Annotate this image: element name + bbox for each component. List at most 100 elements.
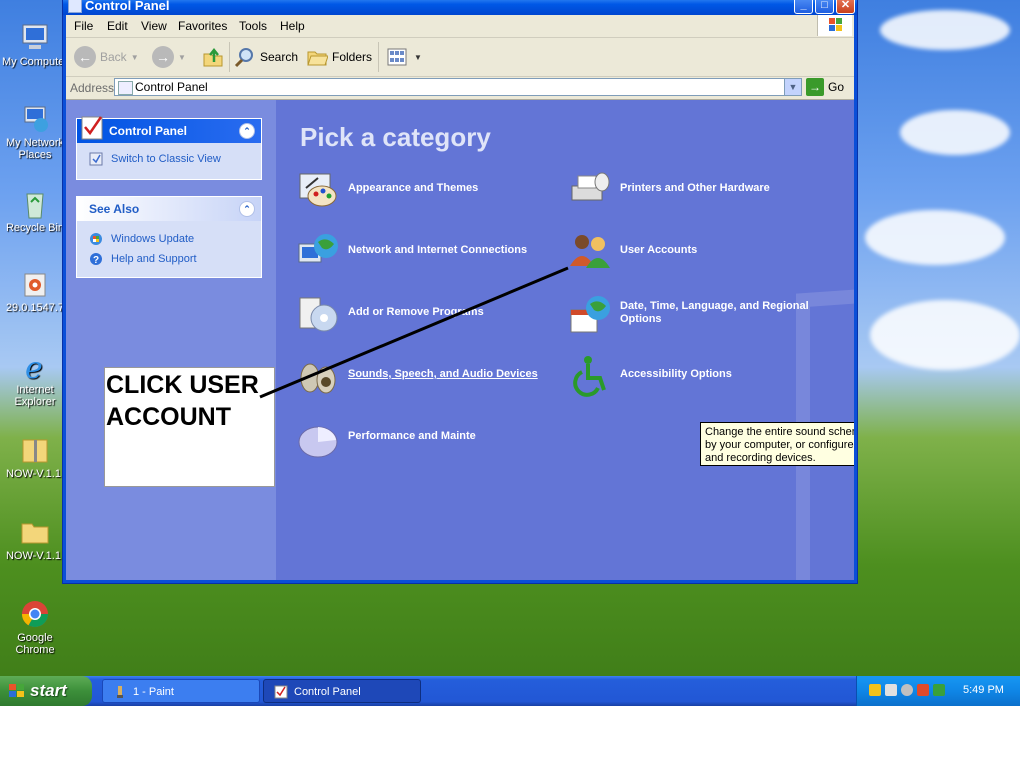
my-computer-icon bbox=[19, 22, 51, 54]
printers-hardware-icon bbox=[571, 172, 610, 201]
start-button[interactable]: start bbox=[0, 676, 92, 706]
search-button[interactable]: Search bbox=[234, 45, 298, 69]
category-add-remove-programs[interactable]: Add or Remove Programs bbox=[296, 292, 566, 336]
forward-dropdown-icon[interactable]: ▼ bbox=[178, 53, 186, 62]
address-label: Address bbox=[70, 81, 115, 95]
windows-logo-icon bbox=[817, 15, 852, 36]
menu-file[interactable]: File bbox=[74, 19, 93, 33]
views-dropdown-icon: ▼ bbox=[414, 52, 422, 62]
volume-icon[interactable] bbox=[917, 684, 929, 696]
annotation-line: ACCOUNT bbox=[106, 403, 231, 431]
control-panel-box-header[interactable]: Control Panel ⌃ bbox=[77, 116, 261, 143]
close-button[interactable]: ✕ bbox=[836, 0, 855, 14]
forward-button[interactable]: → ▼ bbox=[152, 45, 186, 69]
tray-app-icon[interactable] bbox=[901, 684, 913, 696]
folders-label: Folders bbox=[332, 50, 373, 64]
collapse-chevron-icon[interactable]: ⌃ bbox=[239, 201, 255, 217]
category-sounds-speech-audio[interactable]: Sounds, Speech, and Audio Devices bbox=[296, 354, 566, 398]
tooltip: Change the entire sound scheme or indivi… bbox=[700, 422, 854, 466]
category-label: Performance and Mainte bbox=[348, 430, 476, 442]
menu-tools[interactable]: Tools bbox=[239, 19, 267, 33]
up-folder-button[interactable] bbox=[202, 45, 224, 69]
back-button[interactable]: ← Back ▼ bbox=[74, 45, 139, 69]
date-time-language-icon bbox=[570, 296, 610, 333]
collapse-chevron-icon[interactable]: ⌃ bbox=[239, 123, 255, 139]
category-pane: Pick a category Appearance and Themes Ne… bbox=[276, 100, 854, 580]
category-label: Printers and Other Hardware bbox=[620, 182, 770, 194]
windows-flag-icon bbox=[9, 684, 24, 697]
back-arrow-icon: ← bbox=[74, 46, 96, 68]
toolbar: ← Back ▼ → ▼ Search Folders ▼ bbox=[66, 38, 854, 77]
category-network-internet[interactable]: Network and Internet Connections bbox=[296, 230, 566, 274]
network-internet-icon bbox=[298, 234, 338, 263]
menu-favorites[interactable]: Favorites bbox=[178, 19, 227, 33]
svg-text:e: e bbox=[25, 351, 43, 382]
category-user-accounts[interactable]: User Accounts bbox=[568, 230, 838, 274]
maximize-button[interactable]: □ bbox=[815, 0, 834, 14]
desktop-icon-internet-explorer[interactable]: e Internet Explorer bbox=[0, 350, 70, 408]
category-performance-maintenance[interactable]: Performance and Mainte bbox=[296, 416, 566, 460]
desktop-icon-label: 29.0.1547.7 bbox=[5, 302, 65, 314]
folder-icon bbox=[19, 516, 51, 548]
address-value: Control Panel bbox=[135, 80, 208, 94]
paint-icon bbox=[117, 686, 123, 698]
control-panel-icon bbox=[274, 685, 288, 699]
folders-icon bbox=[307, 51, 328, 66]
menu-edit[interactable]: Edit bbox=[107, 19, 128, 33]
category-label: Date, Time, Language, and Regional Optio… bbox=[620, 300, 809, 325]
title-bar[interactable]: Control Panel _ □ ✕ bbox=[63, 0, 857, 15]
menu-view[interactable]: View bbox=[141, 19, 167, 33]
views-button[interactable]: ▼ bbox=[386, 45, 422, 69]
desktop-icon-chrome[interactable]: Google Chrome bbox=[0, 598, 70, 656]
go-arrow-icon: → bbox=[806, 78, 824, 96]
category-date-time-language[interactable]: Date, Time, Language, and Regional Optio… bbox=[568, 292, 838, 336]
desktop-icon-label: Recycle Bin bbox=[5, 222, 65, 234]
network-places-icon bbox=[19, 103, 51, 135]
up-folder-icon bbox=[203, 47, 223, 67]
desktop-icon-label: My Network Places bbox=[5, 137, 65, 161]
search-icon bbox=[234, 48, 253, 68]
address-dropdown-icon[interactable]: ▼ bbox=[784, 79, 801, 95]
cloud bbox=[880, 10, 1010, 50]
annotation-box: CLICK USER ACCOUNT bbox=[104, 367, 275, 487]
page-title: Pick a category bbox=[300, 122, 491, 152]
taskbar-item-label: Control Panel bbox=[294, 686, 361, 698]
windows-update-link[interactable]: Windows Update bbox=[77, 229, 261, 249]
category-label: Appearance and Themes bbox=[348, 182, 479, 194]
desktop-icon-my-computer[interactable]: My Computer bbox=[0, 22, 70, 68]
category-label: Network and Internet Connections bbox=[348, 244, 528, 256]
desktop-icon-network[interactable]: My Network Places bbox=[0, 103, 70, 161]
add-remove-programs-icon bbox=[299, 297, 338, 332]
back-dropdown-icon[interactable]: ▼ bbox=[131, 53, 139, 62]
menu-help[interactable]: Help bbox=[280, 19, 305, 33]
control-panel-box: Control Panel ⌃ Switch to Classic View bbox=[76, 116, 262, 180]
folders-button[interactable]: Folders bbox=[306, 45, 372, 69]
desktop-icon-zip-folder[interactable]: NOW-V.1.1. bbox=[0, 434, 70, 480]
see-also-header[interactable]: See Also ⌃ bbox=[77, 197, 261, 221]
address-input[interactable]: Control Panel ▼ bbox=[114, 78, 802, 96]
switch-classic-view-link[interactable]: Switch to Classic View bbox=[77, 149, 261, 169]
control-panel-icon bbox=[81, 116, 103, 140]
category-printers-hardware[interactable]: Printers and Other Hardware bbox=[568, 168, 838, 212]
tray-green-icon[interactable] bbox=[933, 684, 945, 696]
desktop-icon-recycle-bin[interactable]: Recycle Bin bbox=[0, 188, 70, 234]
taskbar-item-control-panel[interactable]: Control Panel bbox=[263, 679, 421, 703]
desktop-icon-folder[interactable]: NOW-V.1.1. bbox=[0, 516, 70, 562]
help-support-link[interactable]: ? Help and Support bbox=[77, 249, 261, 269]
control-panel-icon bbox=[68, 0, 82, 13]
network-icon[interactable] bbox=[885, 684, 897, 696]
category-appearance-themes[interactable]: Appearance and Themes bbox=[296, 168, 566, 212]
go-label: Go bbox=[828, 80, 845, 94]
task-pane: Control Panel ⌃ Switch to Classic View S… bbox=[66, 100, 276, 580]
minimize-button[interactable]: _ bbox=[794, 0, 813, 14]
security-shield-icon[interactable] bbox=[869, 684, 881, 696]
desktop-icon-installer[interactable]: 29.0.1547.7 bbox=[0, 268, 70, 314]
start-label: start bbox=[30, 681, 67, 700]
category-label: User Accounts bbox=[620, 244, 698, 256]
taskbar-item-paint[interactable]: 1 - Paint bbox=[102, 679, 260, 703]
go-button[interactable]: → Go bbox=[806, 78, 844, 96]
windows-update-icon bbox=[90, 233, 102, 245]
appearance-themes-icon bbox=[299, 173, 337, 207]
chrome-icon bbox=[19, 598, 51, 630]
category-accessibility[interactable]: Accessibility Options bbox=[568, 354, 838, 398]
